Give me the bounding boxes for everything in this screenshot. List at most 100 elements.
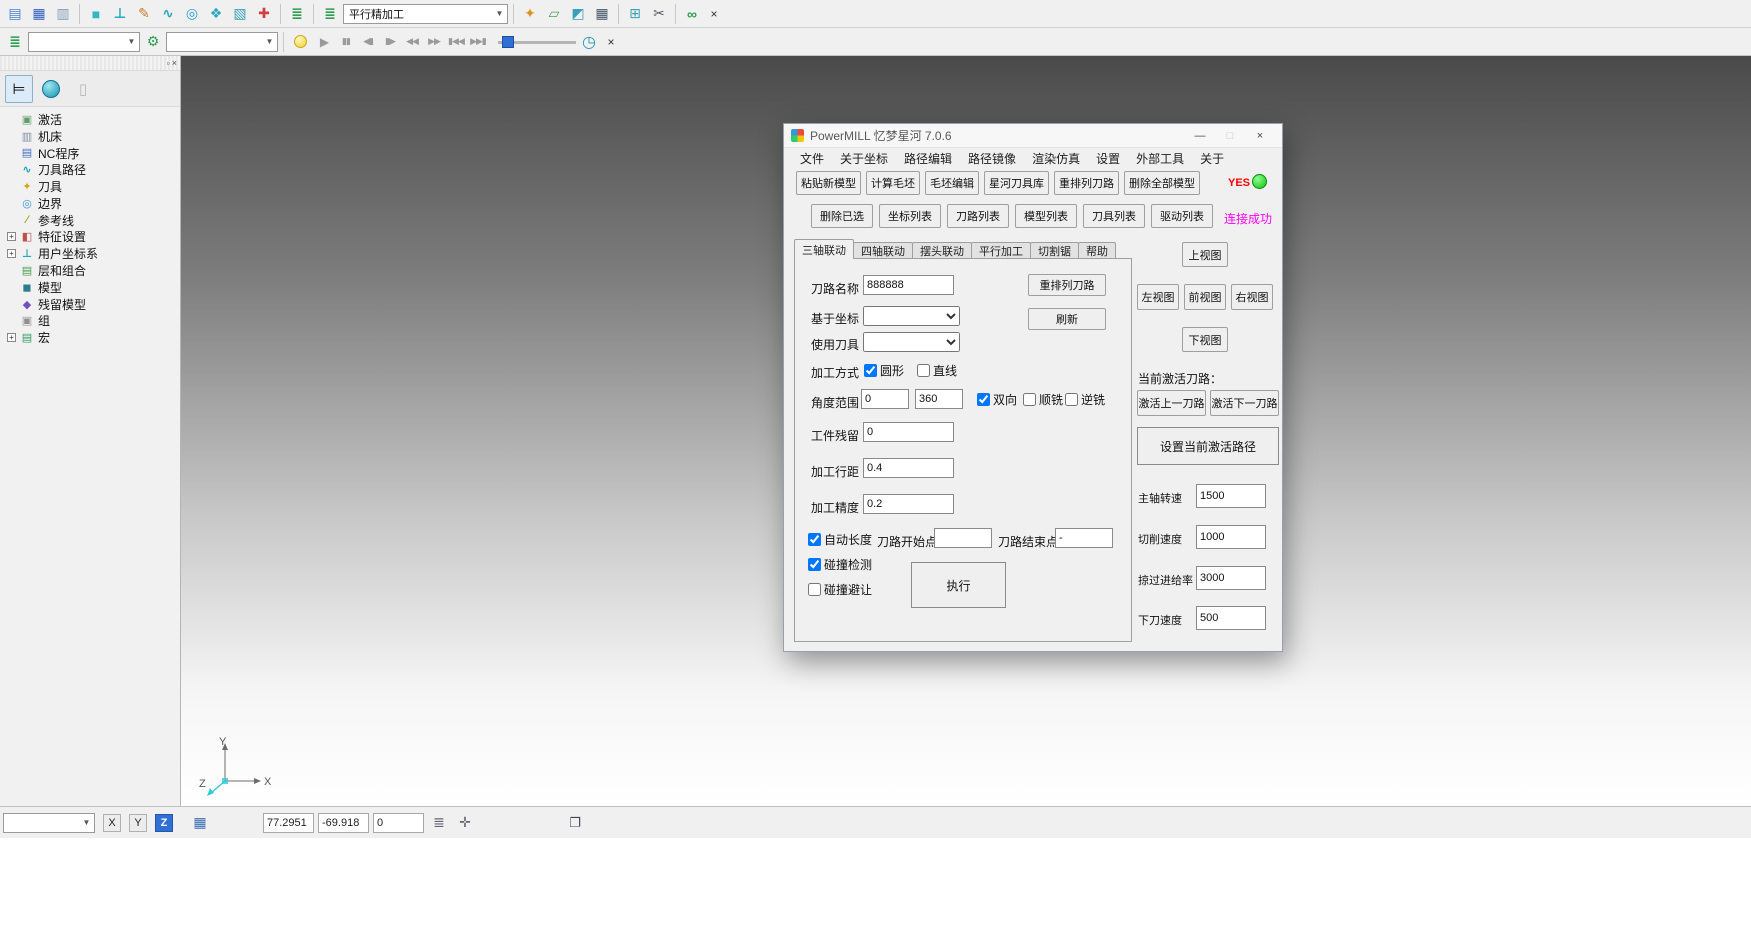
chevron-down-icon[interactable]: ▼ (124, 37, 139, 46)
find-icon[interactable] (681, 3, 703, 25)
block-icon[interactable] (85, 3, 107, 25)
start-point-field[interactable] (934, 528, 992, 548)
view-bottom-button[interactable]: 下视图 (1182, 327, 1228, 352)
chevron-down-icon[interactable]: ▼ (492, 9, 507, 18)
clock-icon[interactable] (578, 31, 600, 53)
toolbar-close-button[interactable]: × (705, 5, 723, 23)
circle-checkbox[interactable]: 圆形 (864, 362, 904, 379)
tree-item-machine[interactable]: 机床 (0, 128, 180, 145)
end-point-field[interactable] (1055, 528, 1113, 548)
menu-coordinates[interactable]: 关于坐标 (832, 148, 896, 169)
tree-item-label[interactable]: 特征设置 (38, 228, 86, 245)
tab-parallel[interactable]: 平行加工 (971, 242, 1031, 259)
bulb-icon[interactable] (294, 35, 307, 48)
step-forward-button[interactable]: ▮▶ (380, 32, 400, 52)
tile-icon[interactable] (229, 3, 251, 25)
tree-item-label[interactable]: 激活 (38, 111, 62, 128)
shading-icon[interactable] (567, 3, 589, 25)
shield-view-button[interactable]: ▯ (69, 75, 97, 103)
tree-view-button[interactable]: ⊨ (5, 75, 33, 103)
strategy-stack-icon[interactable] (4, 31, 26, 53)
menu-about[interactable]: 关于 (1192, 148, 1232, 169)
collision-avoid-checkbox-input[interactable] (808, 583, 821, 596)
step-back-button[interactable]: ◀▮ (358, 32, 378, 52)
conventional-checkbox-input[interactable] (1065, 393, 1078, 406)
fast-forward-button[interactable]: ▶▶ (424, 32, 444, 52)
toolbar-close-button[interactable]: × (602, 33, 620, 51)
rewind-button[interactable]: ◀◀ (402, 32, 422, 52)
calculator-icon[interactable] (591, 3, 613, 25)
grid-transform-icon[interactable] (624, 3, 646, 25)
menu-settings[interactable]: 设置 (1088, 148, 1128, 169)
snap-icon[interactable] (454, 812, 476, 834)
tab-3axis[interactable]: 三轴联动 (794, 239, 854, 259)
tree-item-toolpaths[interactable]: 刀具路径 (0, 161, 180, 178)
tab-swivel-head[interactable]: 摆头联动 (912, 242, 972, 259)
rearrange-button[interactable]: 重排列刀路 (1028, 274, 1106, 296)
tree-item-groups[interactable]: 组 (0, 313, 180, 330)
tree-item-label[interactable]: 用户坐标系 (38, 245, 98, 262)
machining-strategy-combo[interactable]: 平行精加工 ▼ (343, 4, 508, 24)
drive-list-button[interactable]: 驱动列表 (1151, 204, 1213, 228)
tab-saw[interactable]: 切割锯 (1030, 242, 1079, 259)
view-right-button[interactable]: 右视图 (1231, 284, 1273, 310)
toolpath-name-field[interactable] (863, 275, 954, 295)
bidirectional-checkbox-input[interactable] (977, 393, 990, 406)
tree-item-activate[interactable]: 激活 (0, 111, 180, 128)
tree-expander[interactable]: + (7, 249, 16, 258)
toolpath-combo[interactable]: ▼ (28, 32, 140, 52)
stepover-field[interactable] (863, 458, 954, 478)
activate-prev-toolpath-button[interactable]: 激活上一刀路 (1137, 390, 1206, 416)
maximize-button[interactable]: □ (1215, 124, 1245, 147)
simulation-speed-slider[interactable] (498, 32, 576, 52)
tool-select[interactable] (863, 332, 960, 352)
auto-length-checkbox[interactable]: 自动长度 (808, 531, 872, 548)
tree-item-label[interactable]: 参考线 (38, 212, 74, 229)
tree-item-label[interactable]: 刀具 (38, 178, 62, 195)
plunge-feed-field[interactable] (1196, 606, 1266, 630)
refresh-button[interactable]: 刷新 (1028, 308, 1106, 330)
line-checkbox[interactable]: 直线 (917, 362, 957, 379)
panel-pin-icon[interactable] (167, 58, 170, 68)
toolpath-list-button[interactable]: 刀路列表 (947, 204, 1009, 228)
x-axis-button[interactable]: X (103, 814, 121, 832)
tree-item-feature-sets[interactable]: +特征设置 (0, 229, 180, 246)
tree-item-tools[interactable]: 刀具 (0, 178, 180, 195)
menu-external-tools[interactable]: 外部工具 (1128, 148, 1192, 169)
set-active-path-button[interactable]: 设置当前激活路径 (1137, 427, 1279, 465)
tree-item-label[interactable]: 层和组合 (38, 262, 86, 279)
pause-button[interactable]: ▮▮ (336, 32, 356, 52)
print-icon[interactable] (52, 3, 74, 25)
xinghe-tool-library-button[interactable]: 星河刀具库 (984, 171, 1049, 195)
status-combo[interactable]: ▼ (3, 813, 95, 833)
z-axis-button[interactable]: Z (155, 814, 173, 832)
tree-item-label[interactable]: 残留模型 (38, 296, 86, 313)
save-icon[interactable] (28, 3, 50, 25)
stock-allowance-field[interactable] (863, 422, 954, 442)
tree-item-stock-models[interactable]: 残留模型 (0, 296, 180, 313)
view-left-button[interactable]: 左视图 (1137, 284, 1179, 310)
levels-icon[interactable] (286, 3, 308, 25)
chevron-down-icon[interactable]: ▼ (79, 818, 94, 827)
collision-check-checkbox-input[interactable] (808, 558, 821, 571)
coordinate-list-button[interactable]: 坐标列表 (879, 204, 941, 228)
tab-help[interactable]: 帮助 (1078, 242, 1116, 259)
climb-checkbox-input[interactable] (1023, 393, 1036, 406)
go-to-start-button[interactable]: ▮◀◀ (446, 32, 466, 52)
angle-end-field[interactable] (915, 389, 963, 409)
table-grid-icon[interactable] (189, 812, 211, 834)
tree-item-models[interactable]: 模型 (0, 279, 180, 296)
pattern-icon[interactable] (205, 3, 227, 25)
tree-item-label[interactable]: 刀具路径 (38, 161, 86, 178)
tree-expander[interactable]: + (7, 333, 16, 342)
tree-item-label[interactable]: 边界 (38, 195, 62, 212)
new-model-icon[interactable] (4, 3, 26, 25)
tree-item-macros[interactable]: +宏 (0, 329, 180, 346)
tree-item-nc-programs[interactable]: NC程序 (0, 145, 180, 162)
tolerance-field[interactable] (863, 494, 954, 514)
list-icon[interactable] (428, 812, 450, 834)
tool-combo[interactable]: ▼ (166, 32, 278, 52)
delete-selected-button[interactable]: 删除已选 (811, 204, 873, 228)
tree-item-label[interactable]: 组 (38, 312, 50, 329)
collision-avoid-checkbox[interactable]: 碰撞避让 (808, 581, 872, 598)
